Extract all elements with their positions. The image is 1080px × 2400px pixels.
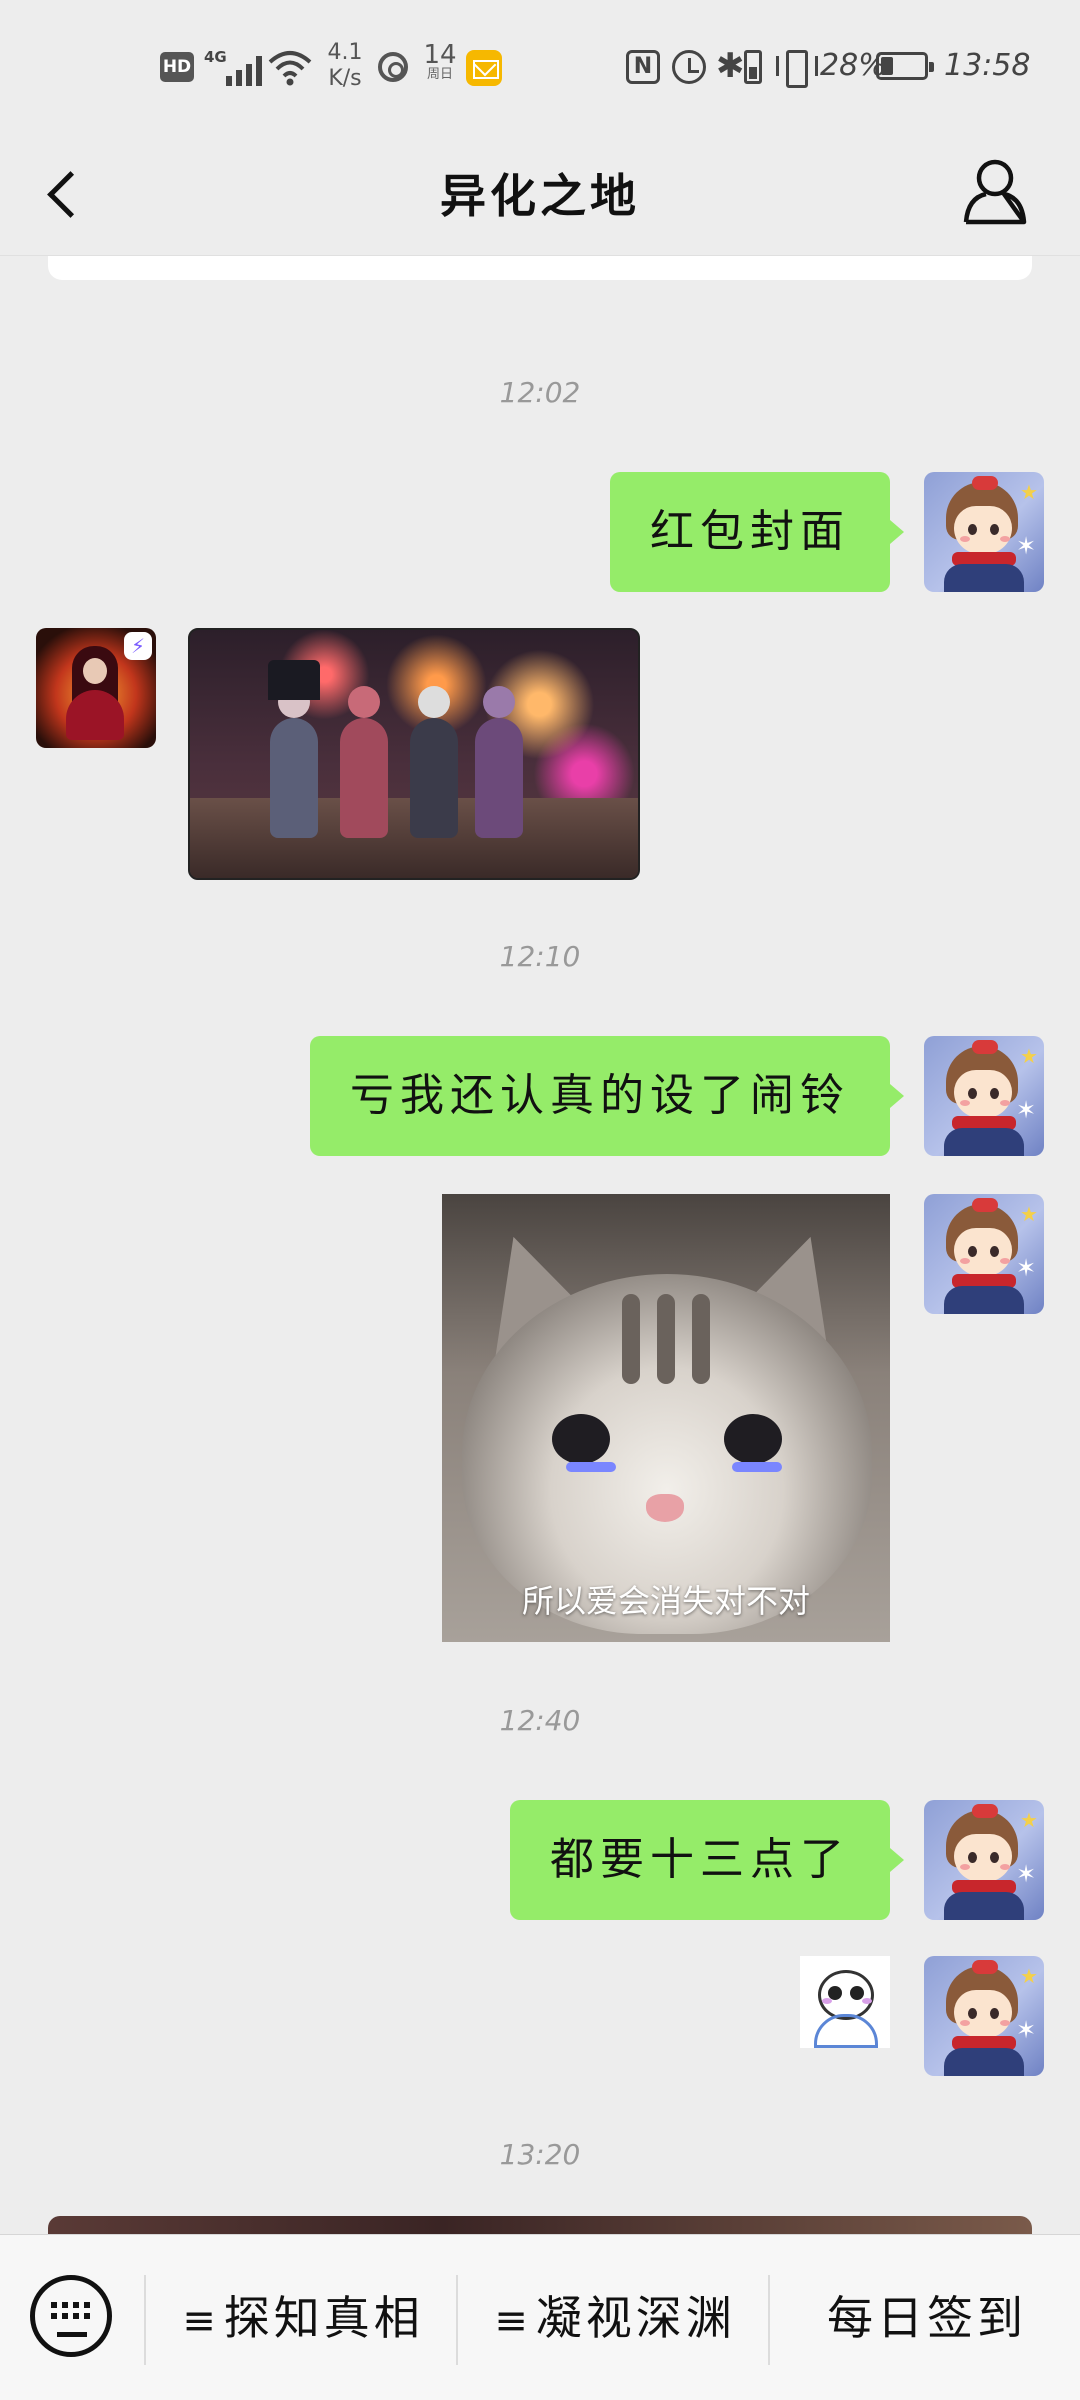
fireworks-image[interactable] <box>188 628 640 880</box>
hd-icon: HD <box>160 52 194 82</box>
timestamp: 12:40 <box>499 1704 581 1737</box>
my-avatar[interactable]: ★ ✶ <box>924 1956 1044 2076</box>
menu-item-label: 凝视深渊 <box>535 2291 736 2345</box>
wifi-icon <box>268 48 312 92</box>
menu-divider <box>768 2275 770 2365</box>
battery-fill <box>881 57 893 75</box>
date-widget: 14 周日 <box>422 42 458 86</box>
status-bar: HD 4G 4.1 K/s 14 周日 N ✱ 28% 13:58 <box>0 0 1080 130</box>
my-avatar[interactable]: ★ ✶ <box>924 1800 1044 1920</box>
lightning-badge-icon: ⚡ <box>124 632 152 660</box>
chat-area[interactable]: 12:02 红包封面 ★ ✶ ⚡ 12:10 亏我还认真的设了闹铃 ★ ✶ 所以爱会… <box>0 256 1080 2234</box>
menu-lines-icon: ≡ <box>494 2298 528 2344</box>
partial-image-message[interactable] <box>48 2216 1032 2234</box>
vibrate-icon <box>776 48 818 88</box>
crying-cat-sticker[interactable]: 所以爱会消失对不对 <box>442 1194 890 1642</box>
battery-icon <box>876 52 934 80</box>
clock: 13:58 <box>944 48 1031 83</box>
speed-unit: K/s <box>328 66 362 91</box>
menu-item-label: 每日签到 <box>827 2291 1027 2345</box>
menu-divider <box>144 2275 146 2365</box>
previous-message-card[interactable] <box>48 256 1032 280</box>
chat-header: 异化之地 <box>0 130 1080 256</box>
bluetooth-icon: ✱ <box>716 46 745 86</box>
device-battery-icon <box>744 50 762 84</box>
menu-divider <box>456 2275 458 2365</box>
chat-title: 异化之地 <box>440 169 640 223</box>
message-bubble-sent[interactable]: 都要十三点了 <box>510 1800 904 1920</box>
my-avatar[interactable]: ★ ✶ <box>924 472 1044 592</box>
back-button[interactable] <box>30 158 100 228</box>
my-avatar[interactable]: ★ ✶ <box>924 1036 1044 1156</box>
timestamp: 12:10 <box>499 940 581 973</box>
sticker-caption: 所以爱会消失对不对 <box>521 1582 810 1620</box>
keyboard-icon <box>51 2302 91 2328</box>
contact-avatar[interactable]: ⚡ <box>36 628 156 748</box>
date-number: 14 <box>423 40 457 70</box>
profile-button[interactable] <box>960 152 1030 232</box>
alarm-icon <box>672 50 706 84</box>
date-weekday: 周日 <box>426 67 453 82</box>
message-bubble-sent[interactable]: 亏我还认真的设了闹铃 <box>310 1036 904 1156</box>
person-icon <box>963 159 1027 225</box>
message-bubble-sent[interactable]: 红包封面 <box>610 472 904 592</box>
speed-value: 4.1 <box>327 40 363 65</box>
keyboard-toggle-button[interactable] <box>30 2275 112 2357</box>
timestamp: 13:20 <box>499 2138 581 2171</box>
mail-icon <box>466 50 502 86</box>
nfc-icon: N <box>626 50 660 84</box>
my-avatar[interactable]: ★ ✶ <box>924 1194 1044 1314</box>
menu-lines-icon: ≡ <box>182 2298 216 2344</box>
menu-item-explore-truth[interactable]: ≡ 探知真相 <box>150 2235 456 2400</box>
spiral-icon <box>378 52 408 82</box>
timestamp: 12:02 <box>499 376 581 409</box>
network-speed: 4.1 K/s <box>322 40 368 91</box>
menu-item-daily-checkin[interactable]: 每日签到 <box>774 2235 1080 2400</box>
blushing-face-sticker[interactable] <box>800 1956 890 2048</box>
official-account-menu: ≡ 探知真相 ≡ 凝视深渊 每日签到 <box>0 2234 1080 2400</box>
menu-item-label: 探知真相 <box>223 2291 424 2345</box>
menu-item-gaze-abyss[interactable]: ≡ 凝视深渊 <box>462 2235 768 2400</box>
